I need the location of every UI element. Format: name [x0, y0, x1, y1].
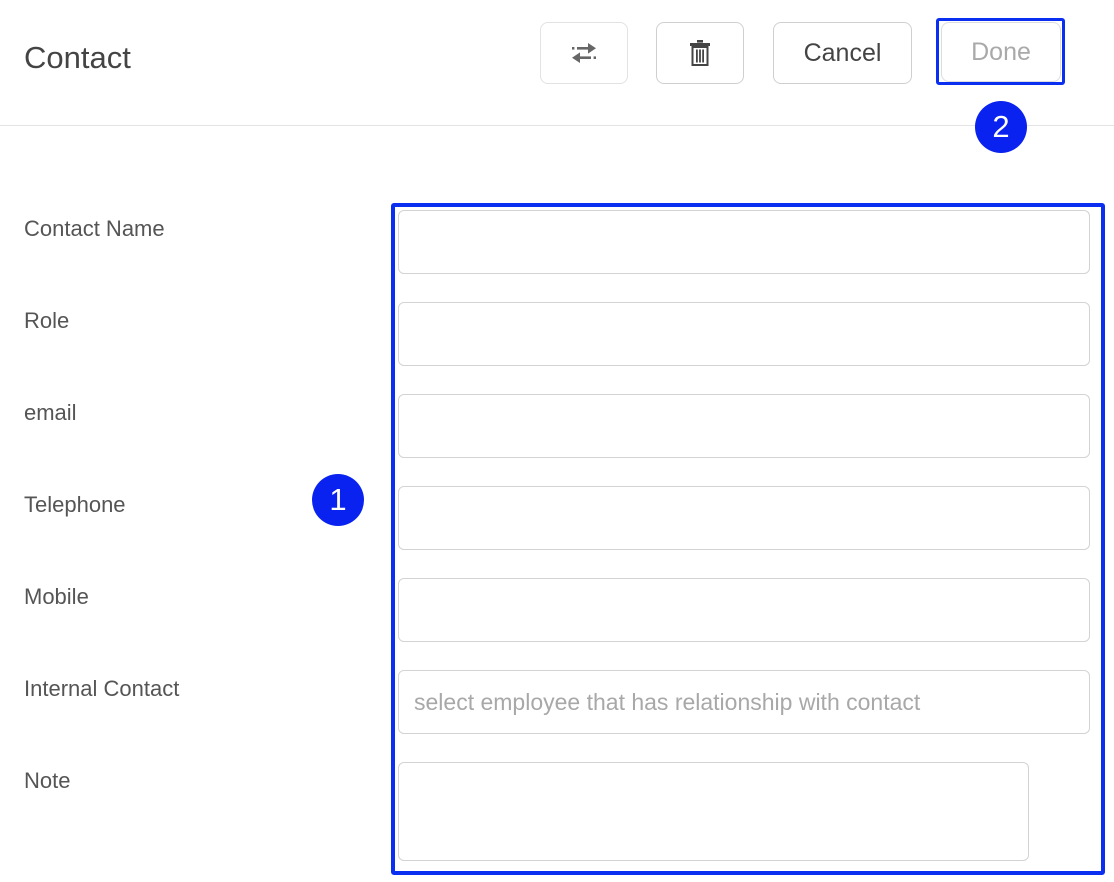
step-badge-1: 1	[312, 474, 364, 526]
form-fields-highlight	[391, 203, 1105, 875]
switch-button[interactable]	[540, 22, 628, 84]
swap-arrows-icon	[572, 43, 596, 63]
trash-icon	[690, 40, 710, 66]
header-bar: Contact Cancel Done	[0, 0, 1114, 126]
page-title: Contact	[24, 40, 131, 75]
delete-button[interactable]	[656, 22, 744, 84]
contact-name-label: Contact Name	[24, 216, 165, 241]
mobile-label: Mobile	[24, 584, 89, 609]
email-label: email	[24, 400, 77, 425]
telephone-label: Telephone	[24, 492, 126, 517]
cancel-button[interactable]: Cancel	[773, 22, 912, 84]
done-button-highlight	[936, 18, 1065, 85]
note-label: Note	[24, 768, 71, 793]
internal-contact-label: Internal Contact	[24, 676, 180, 701]
role-label: Role	[24, 308, 70, 333]
step-badge-2: 2	[975, 101, 1027, 153]
